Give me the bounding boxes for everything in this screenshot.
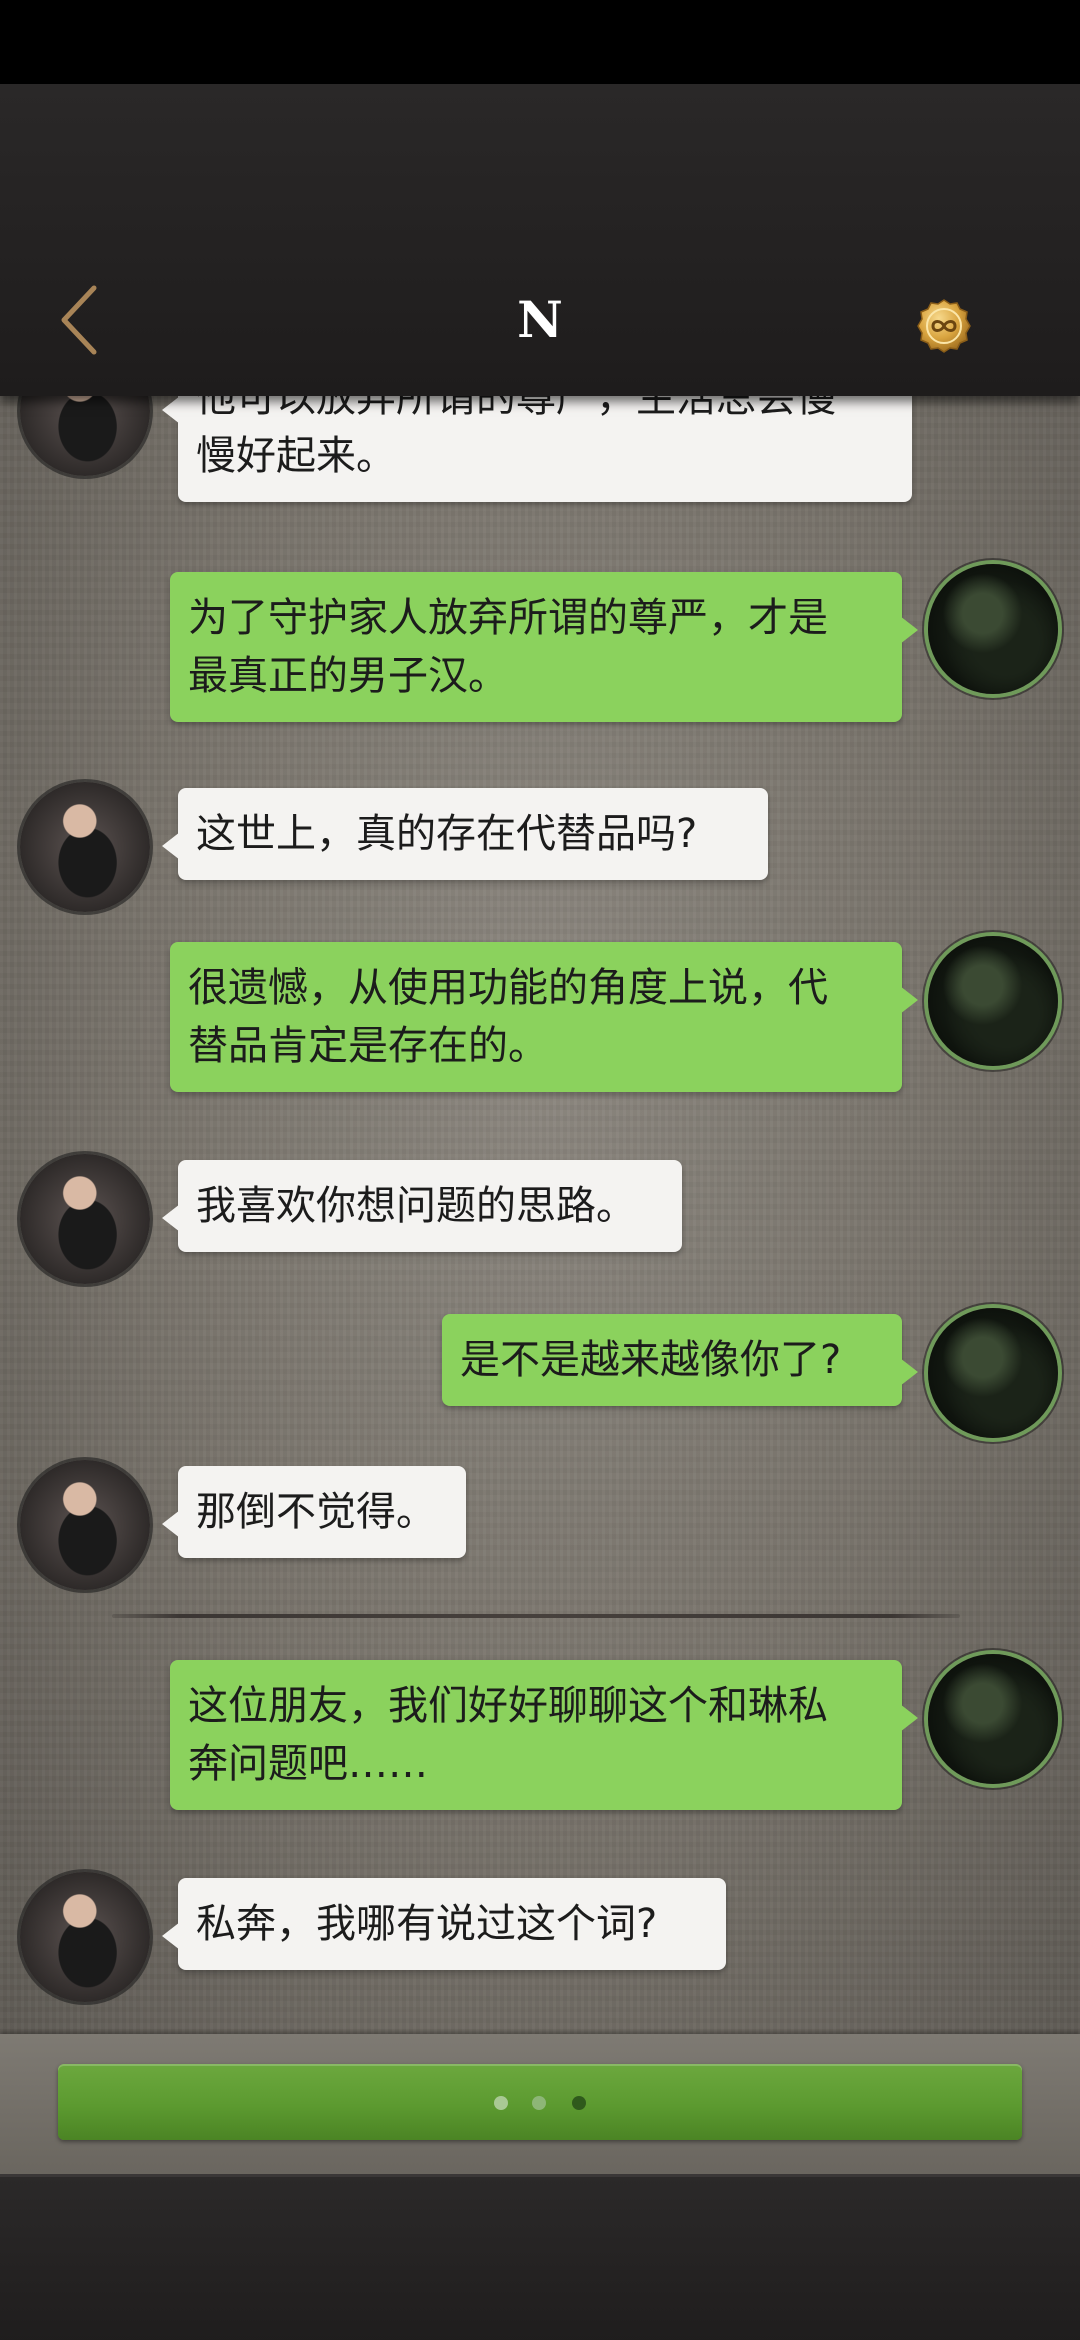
header-bar: N	[0, 84, 1080, 396]
outgoing-message: 很遗憾，从使用功能的角度上说，代 替品肯定是存在的。	[170, 942, 918, 1092]
incoming-message: 我喜欢你想问题的思路。	[162, 1160, 682, 1252]
contact-avatar[interactable]	[20, 1460, 150, 1590]
message-line: 那倒不觉得。	[196, 1489, 436, 1535]
message-line: 慢好起来。	[196, 433, 396, 479]
section-divider	[112, 1614, 960, 1618]
message-line: 他可以放弃所谓的尊严，生活总会慢	[196, 396, 836, 421]
navigation-bar	[0, 2174, 1080, 2340]
user-avatar[interactable]	[928, 1308, 1058, 1438]
contact-avatar[interactable]	[20, 1154, 150, 1284]
outgoing-message: 这位朋友，我们好好聊聊这个和琳私 奔问题吧……	[170, 1660, 918, 1810]
message-line: 奔问题吧……	[188, 1741, 428, 1787]
message-line: 很遗憾，从使用功能的角度上说，代	[188, 965, 828, 1011]
contact-avatar[interactable]	[20, 782, 150, 912]
typing-dot	[494, 2096, 508, 2110]
contact-avatar[interactable]	[20, 396, 150, 476]
incoming-message: 那倒不觉得。	[162, 1466, 466, 1558]
chat-messages[interactable]: 他可以放弃所谓的尊严，生活总会慢 慢好起来。 为了守护家人放弃所谓的尊严，才是 …	[0, 396, 1080, 2034]
message-line: 最真正的男子汉。	[188, 653, 508, 699]
user-avatar[interactable]	[928, 564, 1058, 694]
message-line: 为了守护家人放弃所谓的尊严，才是	[188, 595, 828, 641]
contact-avatar[interactable]	[20, 1872, 150, 2002]
typing-reply-button[interactable]	[58, 2064, 1022, 2140]
outgoing-message: 是不是越来越像你了?	[442, 1314, 918, 1406]
user-avatar[interactable]	[928, 1654, 1058, 1784]
chat-screen: N 他可以放弃所谓的尊严，生活总会慢 慢好起来。 为了守护家人放弃所谓的尊严，才…	[0, 0, 1080, 2340]
message-line: 替品肯定是存在的。	[188, 1023, 548, 1069]
message-line: 这位朋友，我们好好聊聊这个和琳私	[188, 1683, 828, 1729]
user-avatar[interactable]	[928, 936, 1058, 1066]
outgoing-message: 为了守护家人放弃所谓的尊严，才是 最真正的男子汉。	[170, 572, 918, 722]
incoming-message: 这世上，真的存在代替品吗?	[162, 788, 768, 880]
message-line: 我喜欢你想问题的思路。	[196, 1183, 636, 1229]
typing-dot	[532, 2096, 546, 2110]
incoming-message: 私奔，我哪有说过这个词?	[162, 1878, 726, 1970]
status-bar	[0, 0, 1080, 84]
coin-button[interactable]	[916, 298, 972, 354]
infinity-coin-icon	[917, 299, 971, 353]
message-line: 是不是越来越像你了?	[460, 1337, 842, 1383]
reply-panel	[0, 2034, 1080, 2174]
incoming-message: 他可以放弃所谓的尊严，生活总会慢 慢好起来。	[162, 396, 912, 502]
message-line: 这世上，真的存在代替品吗?	[196, 811, 698, 857]
message-line: 私奔，我哪有说过这个词?	[196, 1901, 658, 1947]
typing-dot-active	[572, 2096, 586, 2110]
